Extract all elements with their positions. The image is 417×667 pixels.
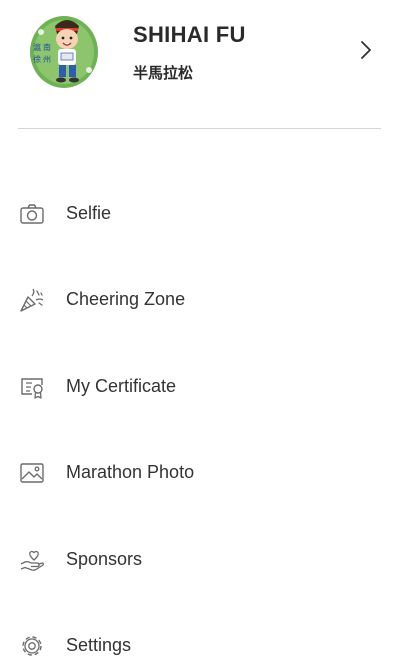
menu-item-sponsors[interactable]: Sponsors	[0, 517, 417, 603]
party-popper-icon	[20, 289, 44, 313]
user-subtitle: 半馬拉松	[133, 65, 194, 82]
avatar[interactable]: 滬 徐 南 州	[29, 12, 99, 90]
svg-text:徐: 徐	[33, 54, 41, 64]
camera-icon	[20, 204, 44, 224]
divider	[18, 128, 381, 129]
menu-item-settings[interactable]: Settings	[0, 603, 417, 667]
side-menu: Selfie Cheering Zone My Certificate Mara…	[0, 171, 417, 667]
menu-item-marathon-photo[interactable]: Marathon Photo	[0, 430, 417, 516]
profile-header[interactable]: 滬 徐 南 州 SHIHAI FU 半馬拉松	[0, 0, 417, 128]
image-icon	[20, 463, 44, 483]
user-name: SHIHAI FU	[133, 22, 246, 47]
menu-label-my-certificate: My Certificate	[66, 375, 177, 396]
chevron-right-icon[interactable]	[358, 40, 374, 60]
menu-label-settings: Settings	[66, 634, 132, 655]
menu-label-selfie: Selfie	[66, 203, 112, 223]
menu-label-marathon-photo: Marathon Photo	[66, 462, 195, 483]
certificate-icon	[21, 378, 43, 399]
svg-text:南: 南	[43, 42, 51, 52]
menu-item-cheering-zone[interactable]: Cheering Zone	[0, 257, 417, 343]
gear-icon	[22, 636, 42, 656]
svg-text:州: 州	[43, 55, 51, 64]
handshake-icon	[20, 550, 45, 571]
svg-text:滬: 滬	[33, 42, 41, 52]
menu-label-sponsors: Sponsors	[66, 548, 143, 569]
menu-label-cheering-zone: Cheering Zone	[66, 289, 186, 310]
menu-item-selfie[interactable]: Selfie	[0, 171, 417, 257]
menu-item-my-certificate[interactable]: My Certificate	[0, 344, 417, 430]
